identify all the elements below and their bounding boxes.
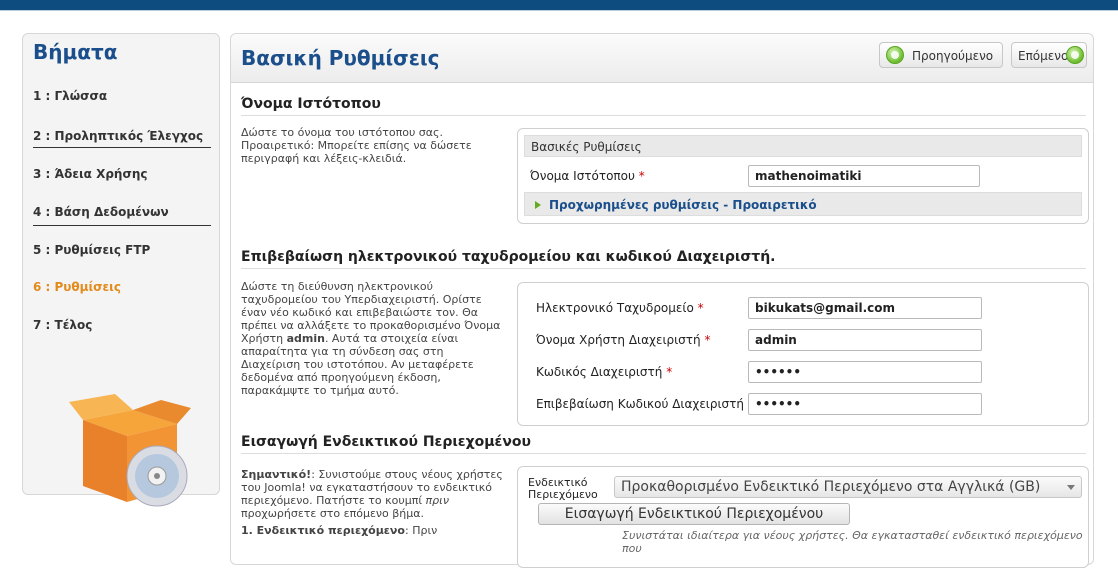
email-label: Ηλεκτρονικό Ταχυδρομείο *: [536, 301, 704, 315]
sample-description: Σημαντικό!: Συνιστούμε στους νέους χρήστ…: [241, 468, 503, 520]
site-name-label: Όνομα Ιστότοπου *: [530, 169, 645, 183]
admin-password-input[interactable]: ••••••: [748, 361, 982, 383]
next-icon: [1066, 46, 1084, 64]
admin-username-input[interactable]: admin: [748, 329, 982, 351]
step-ftp[interactable]: 5 : Ρυθμίσεις FTP: [33, 243, 211, 257]
step-settings[interactable]: 6 : Ρυθμίσεις: [33, 280, 211, 294]
install-sample-button[interactable]: Εισαγωγή Ενδεικτικού Περιεχομένου: [538, 503, 850, 525]
step-precheck[interactable]: 2 : Προληπτικός Έλεγχος: [33, 129, 211, 143]
previous-button[interactable]: Προηγούμενο: [879, 42, 1003, 68]
sample-subnote: 1. Ενδεικτικό περιεχόμενο: Πριν: [241, 524, 438, 537]
section-divider: [241, 268, 1086, 269]
sample-content-select[interactable]: Προκαθορισμένο Ενδεικτικό Περιεχόμενο στ…: [614, 476, 1082, 498]
page-title: Βασική Ρυθμίσεις: [241, 46, 440, 70]
step-database[interactable]: 4 : Βάση Δεδομένων: [33, 205, 211, 219]
top-bar: [0, 0, 1118, 10]
sample-note: Συνιστάται ιδιαίτερα για νέους χρήστες. …: [622, 529, 1083, 555]
steps-title: Βήματα: [33, 40, 118, 64]
step-finish[interactable]: 7 : Τέλος: [33, 318, 211, 332]
top-bar-line: [0, 10, 1118, 11]
step-divider: [33, 225, 211, 226]
admin-username-label: Όνομα Χρήστη Διαχειριστή *: [536, 333, 711, 347]
steps-sidebar: Βήματα 1 : Γλώσσα 2 : Προληπτικός Έλεγχο…: [22, 33, 220, 507]
step-divider: [33, 147, 211, 148]
chevron-down-icon: [1067, 485, 1075, 490]
sample-content-panel: Ενδεικτικό Περιεχόμενο Προκαθορισμένο Ενδ…: [517, 466, 1089, 568]
site-description: Δώστε το όνομα του ιστότοπου σας. Προαιρ…: [241, 126, 472, 165]
previous-label: Προηγούμενο: [912, 49, 994, 63]
expand-triangle-icon: [535, 201, 541, 209]
section-divider: [241, 115, 1086, 116]
install-box-icon: [69, 394, 191, 507]
section-divider: [241, 453, 1086, 454]
admin-description: Δώστε τη διεύθυνση ηλεκτρονικού ταχυδρομ…: [241, 280, 501, 397]
sample-select-label: Ενδεικτικό Περιεχόμενο: [528, 476, 598, 501]
advanced-settings-toggle[interactable]: Προχωρημένες ρυθμίσεις - Προαιρετικό: [524, 192, 1082, 216]
admin-section-title: Επιβεβαίωση ηλεκτρονικού ταχυδρομείου κα…: [241, 249, 776, 265]
sample-section-title: Εισαγωγή Ενδεικτικού Περιεχομένου: [241, 434, 531, 450]
confirm-password-input[interactable]: ••••••: [748, 393, 982, 415]
basic-settings-panel: Βασικές Ρυθμίσεις Όνομα Ιστότοπου * math…: [517, 128, 1089, 224]
confirm-password-label: Επιβεβαίωση Κωδικού Διαχειριστή *: [536, 397, 754, 411]
previous-icon: [886, 46, 904, 64]
site-section-title: Όνομα Ιστότοπου: [241, 96, 381, 112]
next-button[interactable]: Επόμενο: [1011, 42, 1087, 68]
admin-panel: Ηλεκτρονικό Ταχυδρομείο * bikukats@gmail…: [517, 282, 1089, 426]
main-header: Βασική Ρυθμίσεις Προηγούμενο Επόμενο: [231, 34, 1093, 83]
email-input[interactable]: bikukats@gmail.com: [748, 297, 982, 319]
step-language[interactable]: 1 : Γλώσσα: [33, 89, 211, 103]
site-name-input[interactable]: mathenoimatiki: [748, 165, 980, 187]
main-panel: Βασική Ρυθμίσεις Προηγούμενο Επόμενο Όνο…: [230, 33, 1094, 568]
basic-settings-title: Βασικές Ρυθμίσεις: [524, 135, 1082, 157]
next-label: Επόμενο: [1018, 49, 1069, 63]
step-license[interactable]: 3 : Άδεια Χρήσης: [33, 167, 211, 181]
admin-password-label: Κωδικός Διαχειριστή *: [536, 365, 673, 379]
